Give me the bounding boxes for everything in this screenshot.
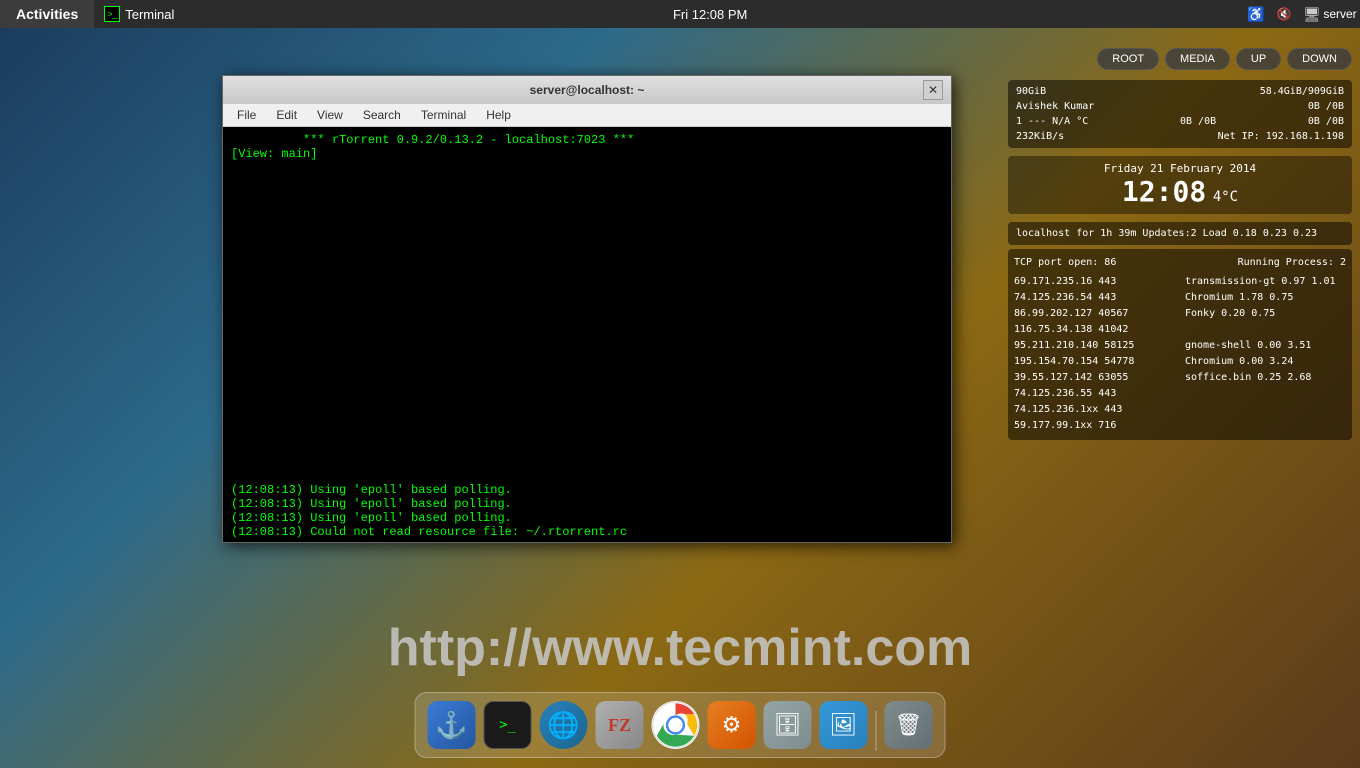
tcp-label: TCP port open: 86 <box>1014 255 1116 271</box>
system-info: localhost for 1h 39m Updates:2 Load 0.18… <box>1008 222 1352 245</box>
conn-5: 195.154.70.154 54778 <box>1014 354 1175 370</box>
connections-list: 69.171.235.16 443 74.125.236.54 443 86.9… <box>1014 274 1175 434</box>
log-line-1: (12:08:13) Using 'epoll' based polling. <box>231 497 512 511</box>
proc-1: Chromium 1.78 0.75 <box>1185 290 1346 306</box>
terminal-window: server@localhost: ~ ✕ File Edit View Sea… <box>222 75 952 543</box>
media-button[interactable]: MEDIA <box>1165 48 1230 70</box>
menu-search[interactable]: Search <box>353 106 411 124</box>
conn-0: 69.171.235.16 443 <box>1014 274 1175 290</box>
installer-icon: ⚙ <box>708 701 756 749</box>
right-panel: ROOT MEDIA UP DOWN 90GiB 58.4GiB/909GiB … <box>1000 40 1360 444</box>
files-icon: 🗄 <box>764 701 812 749</box>
net-ip-label: Net IP: 192.168.1.198 <box>1218 129 1344 144</box>
anchor-icon: ⚓ <box>428 701 476 749</box>
temp-value: 4°C <box>1213 189 1238 205</box>
trash-icon: 🗑 <box>885 701 933 749</box>
dock-item-photos[interactable]: 🖼 <box>818 699 870 751</box>
date-label: Friday 21 February 2014 <box>1014 162 1346 175</box>
proc-6: soffice.bin 0.25 2.68 <box>1185 370 1346 386</box>
conn-8: 74.125.236.1xx 443 <box>1014 402 1175 418</box>
terminal-icon: >_ <box>484 701 532 749</box>
net-in-label: 0B /0B <box>1308 114 1344 129</box>
topbar-right: ♿ 🔇 🖥 server <box>1236 4 1360 24</box>
log-line-3: (12:08:13) Could not read resource file:… <box>231 525 627 539</box>
chrome-icon <box>652 701 700 749</box>
accessibility-icon[interactable]: ♿ <box>1246 4 1266 24</box>
storage2b-label: 0B /0B <box>1308 99 1344 114</box>
running-label: Running Process: 2 <box>1238 255 1346 271</box>
terminal-log: (12:08:13) Using 'epoll' based polling. … <box>231 483 943 539</box>
app-label: Terminal <box>125 7 174 22</box>
dock-item-chrome[interactable] <box>650 699 702 751</box>
network-icon[interactable]: 🖥 <box>1302 4 1322 24</box>
menu-terminal[interactable]: Terminal <box>411 106 476 124</box>
dock-item-trash[interactable]: 🗑 <box>883 699 935 751</box>
down-button[interactable]: DOWN <box>1287 48 1352 70</box>
terminal-titlebar: server@localhost: ~ ✕ <box>223 76 951 104</box>
dock-item-installer[interactable]: ⚙ <box>706 699 758 751</box>
terminal-view: [View: main] <box>231 147 317 161</box>
dock-separator <box>876 711 877 751</box>
dock-item-files[interactable]: 🗄 <box>762 699 814 751</box>
menu-help[interactable]: Help <box>476 106 521 124</box>
menu-file[interactable]: File <box>227 106 266 124</box>
user-label: Avishek Kumar <box>1016 99 1094 114</box>
speed-label: 232KiB/s <box>1016 129 1064 144</box>
storage-info: 90GiB 58.4GiB/909GiB Avishek Kumar 0B /0… <box>1008 80 1352 148</box>
panel-datetime: Friday 21 February 2014 12:08 4°C <box>1008 156 1352 214</box>
log-line-0: (12:08:13) Using 'epoll' based polling. <box>231 483 512 497</box>
menu-view[interactable]: View <box>307 106 353 124</box>
terminal-menubar: File Edit View Search Terminal Help <box>223 104 951 127</box>
terminal-title: server@localhost: ~ <box>231 83 943 97</box>
tecmint-url: http://www.tecmint.com <box>388 618 973 678</box>
dock-item-globe[interactable]: 🌐 <box>538 699 590 751</box>
root-button[interactable]: ROOT <box>1097 48 1159 70</box>
log-line-2: (12:08:13) Using 'epoll' based polling. <box>231 511 512 525</box>
dock-item-terminal[interactable]: >_ <box>482 699 534 751</box>
proc-2: Fonky 0.20 0.75 <box>1185 306 1346 322</box>
proc-5: Chromium 0.00 3.24 <box>1185 354 1346 370</box>
processes-list: transmission-gt 0.97 1.01 Chromium 1.78 … <box>1185 274 1346 434</box>
dock-item-anchor[interactable]: ⚓ <box>426 699 478 751</box>
storage-label: 90GiB <box>1016 84 1046 99</box>
terminal-close-button[interactable]: ✕ <box>923 80 943 100</box>
terminal-header: *** rTorrent 0.9.2/0.13.2 - localhost:70… <box>231 133 634 147</box>
activities-button[interactable]: Activities <box>0 0 94 28</box>
conn-9: 59.177.99.1xx 716 <box>1014 418 1175 434</box>
proc-4: gnome-shell 0.00 3.51 <box>1185 338 1346 354</box>
proc-0: transmission-gt 0.97 1.01 <box>1185 274 1346 290</box>
topbar: Activities >_ Terminal Fri 12:08 PM ♿ 🔇 … <box>0 0 1360 28</box>
server-label[interactable]: server <box>1330 4 1350 24</box>
dock: ⚓ >_ 🌐 FZ ⚙ 🗄 🖼 🗑 <box>415 692 946 758</box>
photos-icon: 🖼 <box>820 701 868 749</box>
proc-3 <box>1185 322 1346 338</box>
time-label: 12:08 <box>1122 175 1206 208</box>
terminal-app-icon: >_ <box>104 6 120 22</box>
storage2-label: 58.4GiB/909GiB <box>1260 84 1344 99</box>
net-out-label: 0B /0B <box>1180 114 1216 129</box>
system-info-text: localhost for 1h 39m Updates:2 Load 0.18… <box>1016 226 1344 241</box>
conn-7: 74.125.236.55 443 <box>1014 386 1175 402</box>
app-indicator[interactable]: >_ Terminal <box>94 0 184 28</box>
dock-item-ftp[interactable]: FZ <box>594 699 646 751</box>
panel-buttons: ROOT MEDIA UP DOWN <box>1000 40 1360 78</box>
panel-network: TCP port open: 86 Running Process: 2 69.… <box>1008 249 1352 440</box>
menu-edit[interactable]: Edit <box>266 106 307 124</box>
conn-2: 86.99.202.127 40567 <box>1014 306 1175 322</box>
conn-3: 116.75.34.138 41042 <box>1014 322 1175 338</box>
topbar-datetime: Fri 12:08 PM <box>184 7 1236 22</box>
ftp-icon: FZ <box>596 701 644 749</box>
globe-icon: 🌐 <box>540 701 588 749</box>
temp-label: 1 --- N/A °C <box>1016 114 1088 129</box>
conn-4: 95.211.210.140 58125 <box>1014 338 1175 354</box>
terminal-body[interactable]: *** rTorrent 0.9.2/0.13.2 - localhost:70… <box>223 127 951 542</box>
conn-1: 74.125.236.54 443 <box>1014 290 1175 306</box>
conn-6: 39.55.127.142 63055 <box>1014 370 1175 386</box>
volume-icon[interactable]: 🔇 <box>1274 4 1294 24</box>
up-button[interactable]: UP <box>1236 48 1281 70</box>
